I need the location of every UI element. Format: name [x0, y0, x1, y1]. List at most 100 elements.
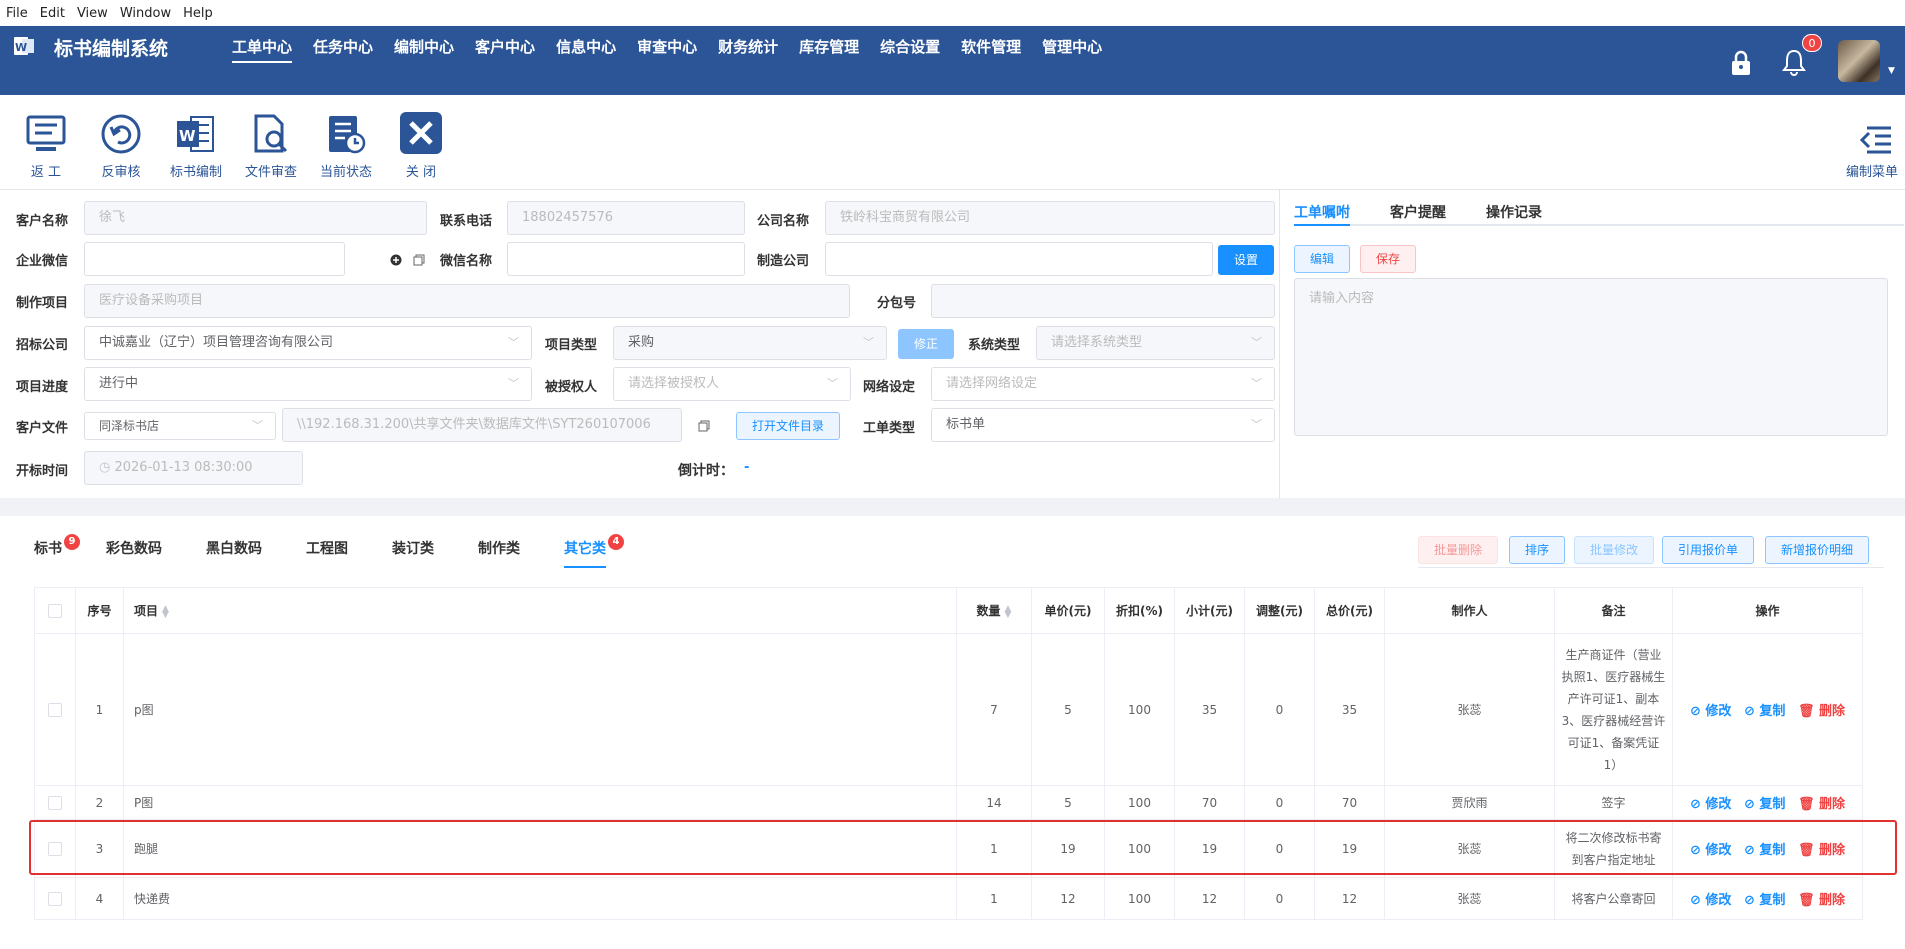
lock-icon[interactable] — [1730, 50, 1752, 76]
cell-actions: ⊘ 修改 ⊘ 复制 🗑 删除 — [1672, 819, 1863, 878]
manufacturer-field[interactable] — [825, 242, 1213, 276]
set-button[interactable]: 设置 — [1218, 245, 1274, 275]
customer-name-field[interactable]: 徐飞 — [84, 201, 427, 235]
nav-finance[interactable]: 财务统计 — [718, 36, 778, 63]
edit-menu-button[interactable]: 编制菜单 — [1846, 105, 1905, 180]
nav-inventory[interactable]: 库存管理 — [799, 36, 859, 63]
nav-review-center[interactable]: 审查中心 — [637, 36, 697, 63]
delete-row-button[interactable]: 🗑 删除 — [1798, 704, 1845, 719]
copy-row-button[interactable]: ⊘ 复制 — [1744, 893, 1785, 908]
delete-row-button[interactable]: 🗑 删除 — [1798, 797, 1845, 812]
row-checkbox[interactable] — [34, 877, 76, 920]
nav-info-center[interactable]: 信息中心 — [556, 36, 616, 63]
network-select[interactable]: 请选择网络设定 ﹀ — [931, 367, 1275, 401]
avatar[interactable] — [1838, 40, 1880, 82]
cell-qty: 7 — [956, 633, 1032, 786]
close-button[interactable]: 关 闭 — [385, 105, 457, 180]
row-checkbox[interactable] — [34, 633, 76, 786]
edit-row-button[interactable]: ⊘ 修改 — [1690, 797, 1731, 812]
menu-window[interactable]: Window — [120, 6, 171, 21]
nav-customer-center[interactable]: 客户中心 — [475, 36, 535, 63]
table-row: 3 跑腿 1 19 100 19 0 19 张蕊 将二次修改标书寄到客户指定地址… — [34, 819, 1863, 878]
copy-row-button[interactable]: ⊘ 复制 — [1744, 843, 1785, 858]
menu-view[interactable]: View — [77, 6, 108, 21]
phone-field[interactable]: 18802457576 — [507, 201, 745, 235]
notes-tabs: 工单嘱咐 客户提醒 操作记录 — [1294, 196, 1904, 226]
nav-compile-center[interactable]: 编制中心 — [394, 36, 454, 63]
current-status-button[interactable]: 当前状态 — [310, 105, 382, 180]
tab-bid[interactable]: 标书 9 — [34, 534, 80, 568]
tender-company-select[interactable]: 中诚嘉业（辽宁）项目管理咨询有限公司 ﹀ — [84, 326, 532, 360]
copy-row-button[interactable]: ⊘ 复制 — [1744, 797, 1785, 812]
caret-down-icon[interactable]: ▼ — [1888, 66, 1895, 76]
chevron-down-icon: ﹀ — [508, 377, 519, 390]
project-type-select[interactable]: 采购 ﹀ — [613, 326, 887, 360]
delete-row-button[interactable]: 🗑 删除 — [1798, 893, 1845, 908]
open-dir-button[interactable]: 打开文件目录 — [736, 412, 840, 440]
tab-binding[interactable]: 装订类 — [392, 538, 434, 568]
bid-compile-button[interactable]: W 标书编制 — [160, 105, 232, 180]
menu-file[interactable]: File — [6, 6, 28, 21]
copy-row-button[interactable]: ⊘ 复制 — [1744, 704, 1785, 719]
tab-other[interactable]: 其它类 4 — [564, 534, 624, 568]
batch-edit-button[interactable]: 批量修改 — [1574, 536, 1654, 564]
add-icon[interactable] — [390, 254, 402, 266]
nav-order-center[interactable]: 工单中心 — [232, 36, 293, 63]
open-time-field[interactable]: ◷ 2026-01-13 08:30:00 — [84, 451, 303, 485]
edit-row-button[interactable]: ⊘ 修改 — [1690, 704, 1731, 719]
return-button[interactable]: 返 工 — [10, 105, 82, 180]
tab-customer-reminder[interactable]: 客户提醒 — [1390, 196, 1446, 226]
notes-textarea[interactable]: 请输入内容 — [1294, 278, 1888, 436]
bell-icon[interactable] — [1780, 48, 1808, 76]
menu-edit[interactable]: Edit — [40, 6, 65, 21]
edit-button[interactable]: 编辑 — [1294, 245, 1350, 273]
copy-path-icon[interactable] — [698, 420, 710, 432]
progress-select[interactable]: 进行中 ﹀ — [84, 367, 532, 401]
company-field[interactable]: 铁岭科宝商贸有限公司 — [825, 201, 1275, 235]
wechat-corp-field[interactable] — [84, 242, 345, 276]
menu-help[interactable]: Help — [183, 6, 213, 21]
cell-qty: 14 — [956, 785, 1032, 820]
project-field[interactable]: 医疗设备采购项目 — [84, 284, 850, 318]
order-notes-panel: 工单嘱咐 客户提醒 操作记录 编辑 保存 请输入内容 — [1282, 190, 1905, 498]
sort-button[interactable]: 排序 — [1509, 536, 1565, 564]
subpackage-field[interactable] — [931, 284, 1275, 318]
cell-actions: ⊘ 修改 ⊘ 复制 🗑 删除 — [1672, 785, 1863, 820]
delete-row-button[interactable]: 🗑 删除 — [1798, 843, 1845, 858]
cell-adjust: 0 — [1244, 633, 1315, 786]
edit-row-button[interactable]: ⊘ 修改 — [1690, 843, 1731, 858]
row-checkbox[interactable] — [34, 785, 76, 820]
save-button[interactable]: 保存 — [1360, 245, 1416, 273]
tab-bw-digital[interactable]: 黑白数码 — [206, 538, 262, 568]
wechat-name-field[interactable] — [507, 242, 745, 276]
system-type-select[interactable]: 请选择系统类型 ﹀ — [1036, 326, 1275, 360]
col-qty[interactable]: 数量 ▲ ▼ — [956, 587, 1032, 634]
batch-delete-button[interactable]: 批量删除 — [1418, 536, 1498, 564]
authorized-select[interactable]: 请选择被授权人 ﹀ — [613, 367, 851, 401]
fix-button[interactable]: 修正 — [898, 329, 954, 359]
tab-order-instructions[interactable]: 工单嘱咐 — [1294, 196, 1350, 226]
nav-admin[interactable]: 管理中心 — [1042, 36, 1102, 63]
tab-engineering[interactable]: 工程图 — [306, 538, 348, 568]
add-quote-button[interactable]: 新增报价明细 — [1765, 536, 1869, 564]
sort-icon[interactable]: ▲ ▼ — [162, 604, 169, 619]
file-path-field[interactable]: \\192.168.31.200\共享文件夹\数据库文件\SYT26010700… — [282, 408, 682, 442]
quote-ref-button[interactable]: 引用报价单 — [1662, 536, 1754, 564]
sort-icon[interactable]: ▲ ▼ — [1005, 604, 1012, 619]
col-item[interactable]: 项目 ▲ ▼ — [123, 587, 957, 634]
doc-review-button[interactable]: 文件审查 — [235, 105, 307, 180]
copy-icon[interactable] — [413, 254, 425, 266]
order-type-select[interactable]: 标书单 ﹀ — [931, 408, 1275, 442]
nav-settings[interactable]: 综合设置 — [880, 36, 940, 63]
reverse-review-button[interactable]: 反审核 — [85, 105, 157, 180]
cell-adjust: 0 — [1244, 819, 1315, 878]
tab-operation-log[interactable]: 操作记录 — [1486, 196, 1542, 226]
nav-software[interactable]: 软件管理 — [961, 36, 1021, 63]
tab-color-digital[interactable]: 彩色数码 — [106, 538, 162, 568]
tab-production[interactable]: 制作类 — [478, 538, 520, 568]
select-all-checkbox[interactable] — [34, 587, 76, 634]
edit-row-button[interactable]: ⊘ 修改 — [1690, 893, 1731, 908]
nav-task-center[interactable]: 任务中心 — [313, 36, 373, 63]
customer-file-select[interactable]: 同泽标书店 ﹀ — [84, 412, 276, 440]
row-checkbox[interactable] — [34, 819, 76, 878]
